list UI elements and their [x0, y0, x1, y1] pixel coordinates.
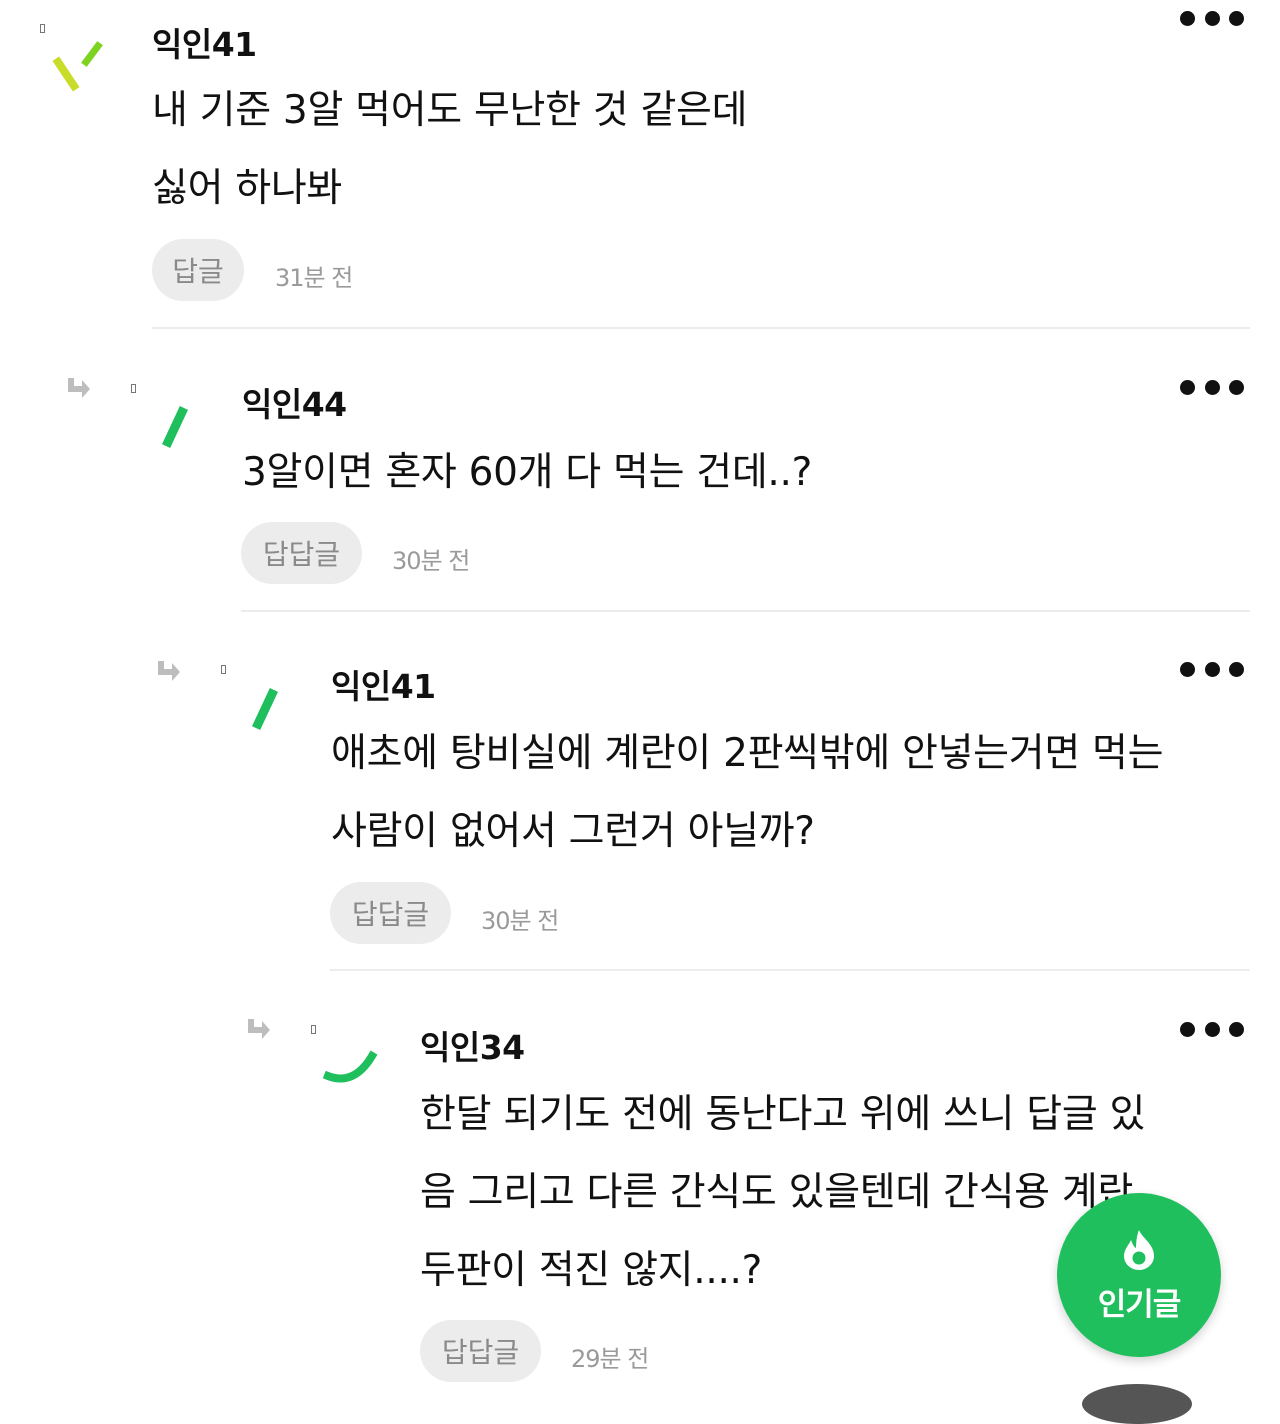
- avatar[interactable]: [322, 1036, 378, 1106]
- comment-line: 3알이면 혼자 60개 다 먹는 건데..?: [242, 450, 812, 495]
- comment-line: 애초에 탕비실에 계란이 2판씩밖에 안넣는거면 먹는: [331, 731, 1164, 776]
- comment-author[interactable]: 익인41: [152, 18, 257, 66]
- avatar[interactable]: [238, 680, 294, 750]
- reply-arrow-icon: [158, 661, 180, 681]
- comment-text: 한달 되기도 전에 동난다고 위에 쓰니 답글 있 음 그리고 다른 간식도 있…: [420, 1076, 1145, 1310]
- comment-author[interactable]: 익인34: [420, 1021, 525, 1069]
- avatar-badge-icon: [40, 24, 45, 33]
- comment-line: 두판이 적진 않지....?: [420, 1248, 763, 1293]
- comment-text: 애초에 탕비실에 계란이 2판씩밖에 안넣는거면 먹는 사람이 없어서 그런거 …: [331, 715, 1163, 871]
- reply-button[interactable]: 답글: [152, 239, 244, 301]
- reply-button[interactable]: 답답글: [420, 1320, 541, 1382]
- comment-line: 내 기준 3알 먹어도 무난한 것 같은데: [152, 88, 748, 133]
- reply-button[interactable]: 답답글: [330, 882, 451, 944]
- fire-icon: [1124, 1229, 1154, 1270]
- avatar-badge-icon: [131, 384, 136, 393]
- comment-time: 30분 전: [481, 907, 559, 935]
- comment-text: 내 기준 3알 먹어도 무난한 것 같은데 싫어 하나봐: [152, 72, 748, 228]
- avatar-badge-icon: [221, 665, 226, 674]
- comment-line: 싫어 하나봐: [152, 166, 342, 211]
- popular-posts-label: 인기글: [1097, 1286, 1182, 1323]
- divider: [241, 610, 1250, 612]
- more-options-icon[interactable]: [1180, 1020, 1244, 1038]
- comment-line: 사람이 없어서 그런거 아닐까?: [331, 809, 815, 854]
- avatar[interactable]: [48, 36, 104, 106]
- reply-arrow-icon: [248, 1019, 270, 1039]
- more-options-icon[interactable]: [1180, 378, 1244, 396]
- comment-author[interactable]: 익인41: [331, 660, 436, 708]
- popular-posts-button[interactable]: 인기글: [1057, 1193, 1221, 1357]
- reply-arrow-icon: [68, 378, 90, 398]
- more-options-icon[interactable]: [1180, 660, 1244, 678]
- comment-time: 29분 전: [571, 1345, 649, 1373]
- scroll-top-button[interactable]: [1082, 1384, 1192, 1424]
- divider: [152, 327, 1250, 329]
- avatar[interactable]: [148, 398, 204, 468]
- avatar-badge-icon: [311, 1025, 316, 1034]
- comment-author[interactable]: 익인44: [242, 378, 347, 426]
- more-options-icon[interactable]: [1180, 9, 1244, 27]
- comment-line: 음 그리고 다른 간식도 있을텐데 간식용 계란: [420, 1170, 1134, 1215]
- comment-time: 31분 전: [275, 264, 353, 292]
- divider: [330, 969, 1250, 971]
- comment-text: 3알이면 혼자 60개 다 먹는 건데..?: [242, 434, 812, 512]
- comment-time: 30분 전: [392, 547, 470, 575]
- reply-button[interactable]: 답답글: [241, 522, 362, 584]
- comment-line: 한달 되기도 전에 동난다고 위에 쓰니 답글 있: [420, 1092, 1146, 1137]
